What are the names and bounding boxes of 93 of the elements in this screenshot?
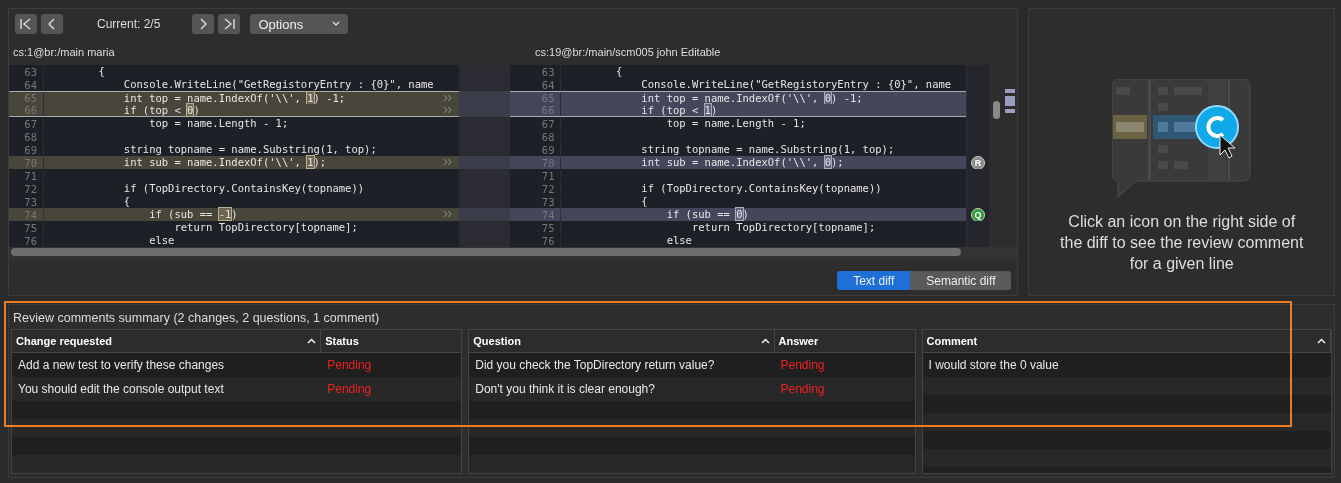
diff-connector-band bbox=[458, 156, 511, 169]
options-dropdown[interactable]: Options bbox=[250, 14, 349, 34]
code-text: return TopDirectory[topname]; bbox=[173, 221, 358, 234]
first-difference-button[interactable] bbox=[15, 14, 37, 34]
line-number: 72 bbox=[9, 182, 44, 195]
column-header[interactable]: Comment bbox=[922, 330, 1331, 352]
line-number: 73 bbox=[526, 195, 562, 208]
table-cell-text: Pending bbox=[779, 382, 826, 396]
code-text: if (top < 1) bbox=[640, 103, 718, 117]
left-file-header: cs:1@br:/main maria bbox=[12, 46, 116, 58]
scrollbar-thumb[interactable] bbox=[993, 101, 1000, 119]
line-number: 67 bbox=[9, 117, 44, 130]
line-number: 63 bbox=[9, 65, 44, 78]
previous-icon bbox=[47, 18, 57, 30]
code-text: if (TopDirectory.ContainsKey(topname)) bbox=[640, 182, 882, 195]
previous-difference-button[interactable] bbox=[41, 14, 63, 34]
diff-connector-band bbox=[458, 78, 511, 91]
code-text: if (sub == -1) bbox=[148, 208, 238, 221]
line-number: 75 bbox=[526, 221, 562, 234]
line-number: 68 bbox=[526, 130, 562, 143]
line-number: 64 bbox=[526, 78, 562, 91]
code-text: { bbox=[97, 65, 105, 78]
code-text: else bbox=[148, 234, 175, 247]
diff-connector-band bbox=[458, 195, 511, 208]
code-text: if (TopDirectory.ContainsKey(topname)) bbox=[122, 182, 365, 195]
code-text: top = name.Length - 1; bbox=[148, 117, 289, 130]
diff-connector-band bbox=[458, 221, 511, 234]
right-file-header: cs:19@br:/main/scm005 john Editable bbox=[535, 46, 721, 58]
diff-connector-band bbox=[458, 117, 511, 130]
column-header[interactable]: Question bbox=[469, 330, 775, 352]
code-text: if (top < 0) bbox=[122, 103, 200, 117]
table-cell-text: Pending bbox=[326, 358, 373, 372]
diff-connector-band bbox=[458, 104, 511, 117]
table-cell-text: I would store the 0 value bbox=[927, 358, 1060, 372]
line-number: 73 bbox=[9, 195, 44, 208]
code-text: top = name.Length - 1; bbox=[665, 117, 806, 130]
horizontal-scrollbar[interactable] bbox=[11, 248, 961, 256]
code-text: { bbox=[640, 195, 648, 208]
next-difference-button[interactable] bbox=[192, 14, 215, 34]
table-cell-text: Pending bbox=[779, 358, 826, 372]
code-text: int sub = name.IndexOf('\\', 1); bbox=[122, 156, 327, 169]
last-icon bbox=[222, 18, 237, 30]
line-number: 63 bbox=[526, 65, 562, 78]
diff-mode-tab[interactable]: Text diff bbox=[837, 271, 911, 290]
table-cell-text: You should edit the console output text bbox=[17, 382, 225, 396]
merge-arrow-icon[interactable] bbox=[442, 106, 453, 114]
code-text: { bbox=[615, 65, 623, 78]
diff-connector-band bbox=[458, 91, 511, 104]
table-cell-text: Add a new test to verify these changes bbox=[17, 358, 226, 372]
hint-text: Click an icon on the right side of the diff to see the review comment for a given line bbox=[1059, 212, 1305, 274]
line-number: 72 bbox=[526, 182, 562, 195]
code-text: { bbox=[122, 195, 131, 208]
code-text: int top = name.IndexOf('\\', 1) -1; bbox=[122, 91, 346, 105]
column-header[interactable]: Change requested bbox=[12, 330, 322, 352]
diff-connector-band bbox=[458, 143, 511, 156]
line-number: 70 bbox=[9, 156, 44, 169]
last-difference-button[interactable] bbox=[218, 14, 241, 34]
line-number: 76 bbox=[9, 234, 44, 247]
chevron-down-icon bbox=[332, 21, 341, 27]
line-number: 74 bbox=[9, 208, 44, 221]
code-text: string topname = name.Substring(1, top); bbox=[640, 143, 895, 156]
difference-position: Current: 2/5 bbox=[97, 17, 161, 31]
merge-arrow-icon[interactable] bbox=[442, 94, 453, 102]
line-number: 66 bbox=[9, 104, 44, 116]
table-cell-text: Don't you think it is clear enough? bbox=[474, 382, 656, 396]
code-text: if (sub == 0) bbox=[665, 208, 749, 221]
code-text: return TopDirectory[topname]; bbox=[690, 221, 876, 234]
line-number: 75 bbox=[9, 221, 44, 234]
line-number: 71 bbox=[9, 169, 44, 182]
line-number: 69 bbox=[9, 143, 44, 156]
column-header[interactable]: Answer bbox=[774, 330, 915, 352]
line-number: 68 bbox=[9, 130, 44, 143]
next-icon bbox=[198, 18, 209, 30]
first-icon bbox=[19, 18, 33, 30]
line-number: 76 bbox=[526, 234, 562, 247]
table-cell-text: Did you check the TopDirectory return value? bbox=[474, 358, 716, 372]
code-text: Console.WriteLine("GetRegistoryEntry : {0}", name bbox=[122, 78, 434, 91]
merge-arrow-icon[interactable] bbox=[442, 210, 453, 218]
line-number: 64 bbox=[9, 78, 44, 91]
diff-mode-tab[interactable]: Semantic diff bbox=[910, 271, 1012, 290]
code-text: int top = name.IndexOf('\\', 0) -1; bbox=[640, 91, 863, 105]
line-number: 69 bbox=[526, 143, 562, 156]
code-text: string topname = name.Substring(1, top); bbox=[122, 143, 377, 156]
column-header[interactable]: Status bbox=[321, 330, 462, 352]
line-number: 71 bbox=[526, 169, 562, 182]
code-text: else bbox=[665, 234, 692, 247]
table-cell-text: Pending bbox=[326, 382, 373, 396]
line-number: 67 bbox=[526, 117, 562, 130]
summary-title: Review comments summary (2 changes, 2 questions, 1 comment) bbox=[12, 311, 381, 327]
diff-connector-band bbox=[458, 208, 511, 221]
code-text: Console.WriteLine("GetRegistoryEntry : {0}", name bbox=[640, 78, 952, 91]
merge-arrow-icon[interactable] bbox=[442, 158, 453, 166]
diff-connector-band bbox=[458, 169, 511, 182]
